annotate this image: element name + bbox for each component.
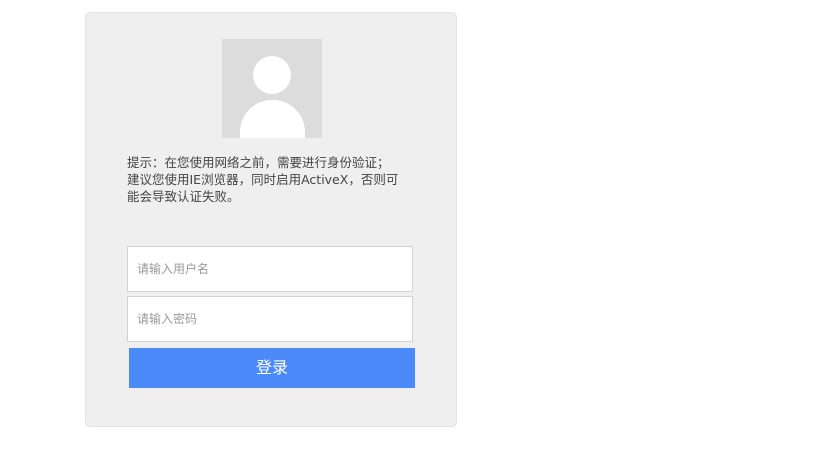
- username-input[interactable]: [127, 246, 413, 292]
- notice-line-3: 能会导致认证失败。: [127, 189, 240, 204]
- notice-line-2: 建议您使用IE浏览器，同时启用ActiveX，否则可: [127, 172, 399, 187]
- user-avatar-icon: [222, 39, 322, 138]
- login-notice: 提示：在您使用网络之前，需要进行身份验证； 建议您使用IE浏览器，同时启用Act…: [127, 154, 417, 205]
- avatar-head: [253, 56, 291, 94]
- login-button[interactable]: 登录: [129, 348, 415, 388]
- password-input[interactable]: [127, 296, 413, 342]
- login-panel: 提示：在您使用网络之前，需要进行身份验证； 建议您使用IE浏览器，同时启用Act…: [85, 12, 457, 427]
- notice-line-1: 提示：在您使用网络之前，需要进行身份验证；: [127, 155, 390, 170]
- avatar-body: [240, 100, 305, 138]
